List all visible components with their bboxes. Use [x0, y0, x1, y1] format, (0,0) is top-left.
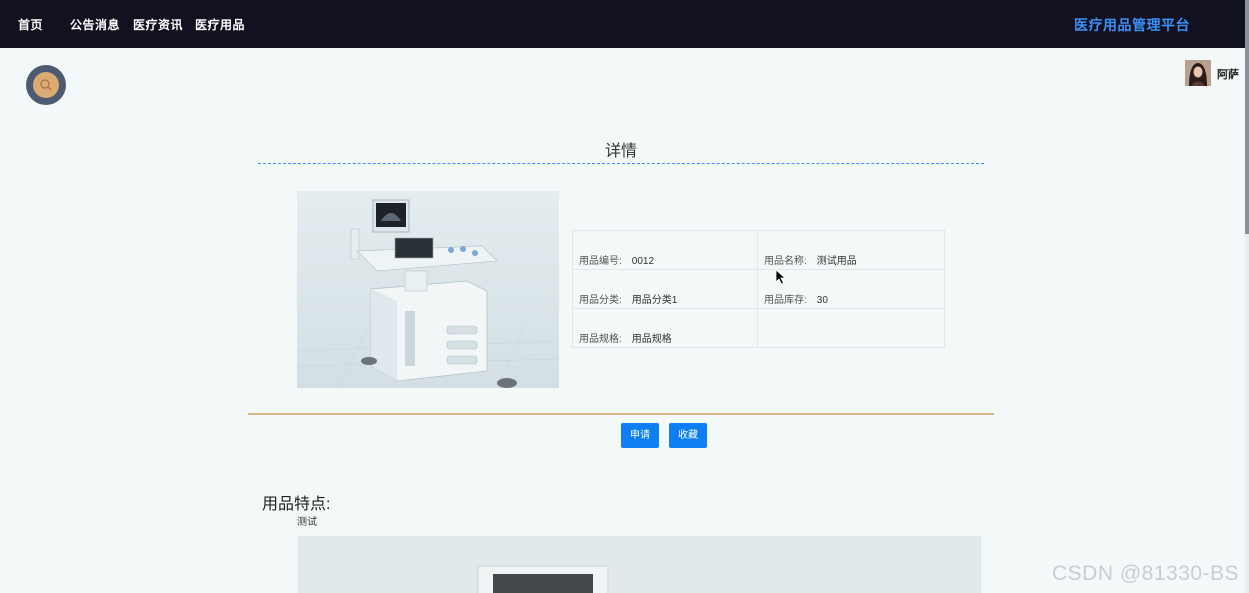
feature-image: [298, 536, 981, 593]
username[interactable]: 阿萨: [1217, 66, 1239, 82]
info-row: 用品规格: 用品规格: [573, 309, 944, 347]
search-icon: [40, 79, 52, 91]
field-label: 用品编号:: [579, 256, 622, 267]
features-title: 用品特点:: [262, 496, 331, 513]
info-cell-name: 用品名称: 测试用品: [758, 231, 944, 269]
section-divider: [248, 413, 994, 415]
info-cell-spec: 用品规格: 用品规格: [573, 309, 758, 347]
info-row: 用品编号: 0012 用品名称: 测试用品: [573, 231, 944, 270]
page-title: 详情: [604, 143, 637, 160]
watermark: CSDN @81330-BS: [1052, 562, 1240, 585]
brand-title: 医疗用品管理平台: [1074, 17, 1190, 33]
features-text: 测试: [297, 517, 317, 528]
nav-item-medical-news[interactable]: 医疗资讯: [133, 16, 183, 33]
nav-item-home[interactable]: 首页: [18, 16, 43, 33]
info-cell-code: 用品编号: 0012: [573, 231, 758, 269]
scrollbar-thumb[interactable]: [1245, 0, 1249, 234]
mouse-cursor-icon: [775, 269, 787, 285]
apply-button[interactable]: 申请: [621, 423, 659, 448]
field-value: 30: [816, 295, 828, 306]
nav-item-medical-supplies[interactable]: 医疗用品: [195, 16, 245, 33]
field-label: 用品分类:: [579, 295, 622, 306]
avatar[interactable]: [1185, 60, 1211, 86]
search-button[interactable]: [26, 65, 66, 105]
nav-item-announcements[interactable]: 公告消息: [70, 16, 120, 33]
field-value: 用品规格: [631, 334, 672, 345]
field-value: 用品分类1: [631, 295, 678, 306]
product-image: [297, 191, 559, 388]
favorite-button[interactable]: 收藏: [669, 423, 707, 448]
info-row: 用品分类: 用品分类1 用品库存: 30: [573, 270, 944, 309]
product-info-table: 用品编号: 0012 用品名称: 测试用品 用品分类: 用品分类1 用品库存: 30 用…: [572, 230, 945, 348]
field-value: 测试用品: [816, 256, 857, 267]
info-cell-empty: [758, 309, 944, 347]
field-label: 用品名称:: [764, 256, 807, 267]
title-divider: [258, 163, 984, 164]
field-label: 用品规格:: [579, 334, 622, 345]
page-scrollbar[interactable]: [1245, 0, 1249, 593]
field-label: 用品库存:: [764, 295, 807, 306]
top-navbar: 首页 公告消息 医疗资讯 医疗用品 医疗用品管理平台: [0, 0, 1249, 48]
field-value: 0012: [631, 256, 655, 267]
info-cell-category: 用品分类: 用品分类1: [573, 270, 758, 308]
